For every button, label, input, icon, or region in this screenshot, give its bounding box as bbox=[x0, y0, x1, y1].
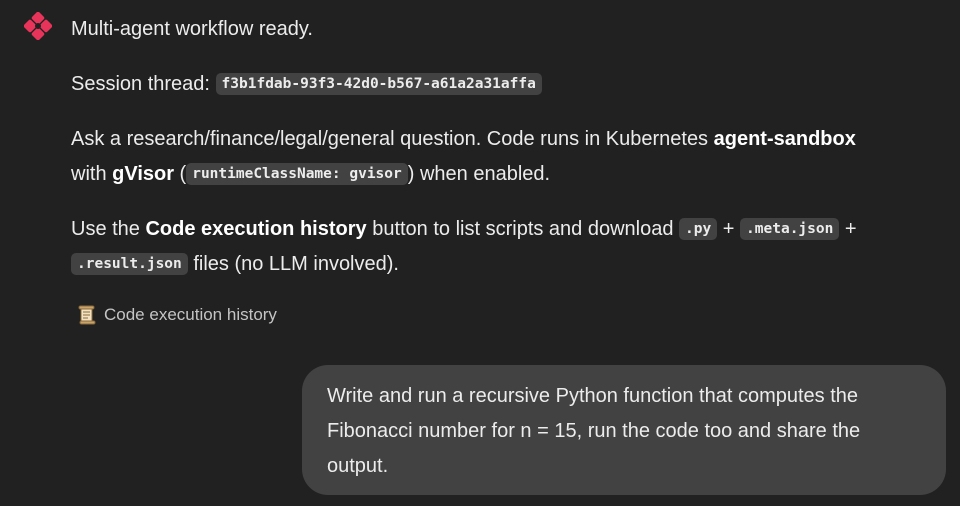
ask-intro-text: Ask a research/finance/legal/general que… bbox=[71, 128, 714, 150]
plus-text: + bbox=[839, 218, 857, 240]
code-history-label: Code execution history bbox=[104, 305, 277, 324]
use-middle-text: button to list scripts and download bbox=[366, 218, 680, 240]
use-tail-text: files (no LLM involved). bbox=[187, 253, 399, 275]
session-line: Session thread: f3b1fdab-93f3-42d0-b567-… bbox=[71, 67, 931, 102]
sandbox-name: agent-sandbox bbox=[713, 128, 856, 150]
user-message-text: Write and run a recursive Python functio… bbox=[327, 385, 861, 477]
ask-tail-text: ) when enabled. bbox=[407, 163, 551, 185]
session-label: Session thread: bbox=[71, 73, 210, 95]
user-message-bubble: Write and run a recursive Python functio… bbox=[302, 365, 946, 495]
scroll-icon bbox=[78, 305, 96, 325]
runtime-class-code: runtimeClassName: gvisor bbox=[186, 163, 408, 185]
session-id: f3b1fdab-93f3-42d0-b567-a61a2a31affa bbox=[215, 73, 542, 95]
py-ext-code: .py bbox=[679, 218, 718, 240]
ask-paragraph: Ask a research/finance/legal/general que… bbox=[71, 122, 931, 192]
gvisor-name: gVisor bbox=[112, 163, 174, 185]
ask-with-text: with bbox=[71, 163, 113, 185]
ready-text: Multi-agent workflow ready. bbox=[71, 18, 313, 40]
result-json-code: .result.json bbox=[71, 253, 188, 275]
assistant-message-body: Multi-agent workflow ready. Session thre… bbox=[71, 12, 931, 337]
meta-json-code: .meta.json bbox=[740, 218, 840, 240]
chat-page: Multi-agent workflow ready. Session thre… bbox=[0, 0, 960, 506]
history-name: Code execution history bbox=[145, 218, 367, 240]
use-paragraph: Use the Code execution history button to… bbox=[71, 212, 931, 282]
use-the-text: Use the bbox=[71, 218, 146, 240]
code-history-button[interactable]: Code execution history bbox=[78, 303, 277, 327]
plus-text: + bbox=[717, 218, 741, 240]
agent-logo-icon bbox=[23, 11, 53, 41]
ask-paren-text: ( bbox=[174, 163, 187, 185]
